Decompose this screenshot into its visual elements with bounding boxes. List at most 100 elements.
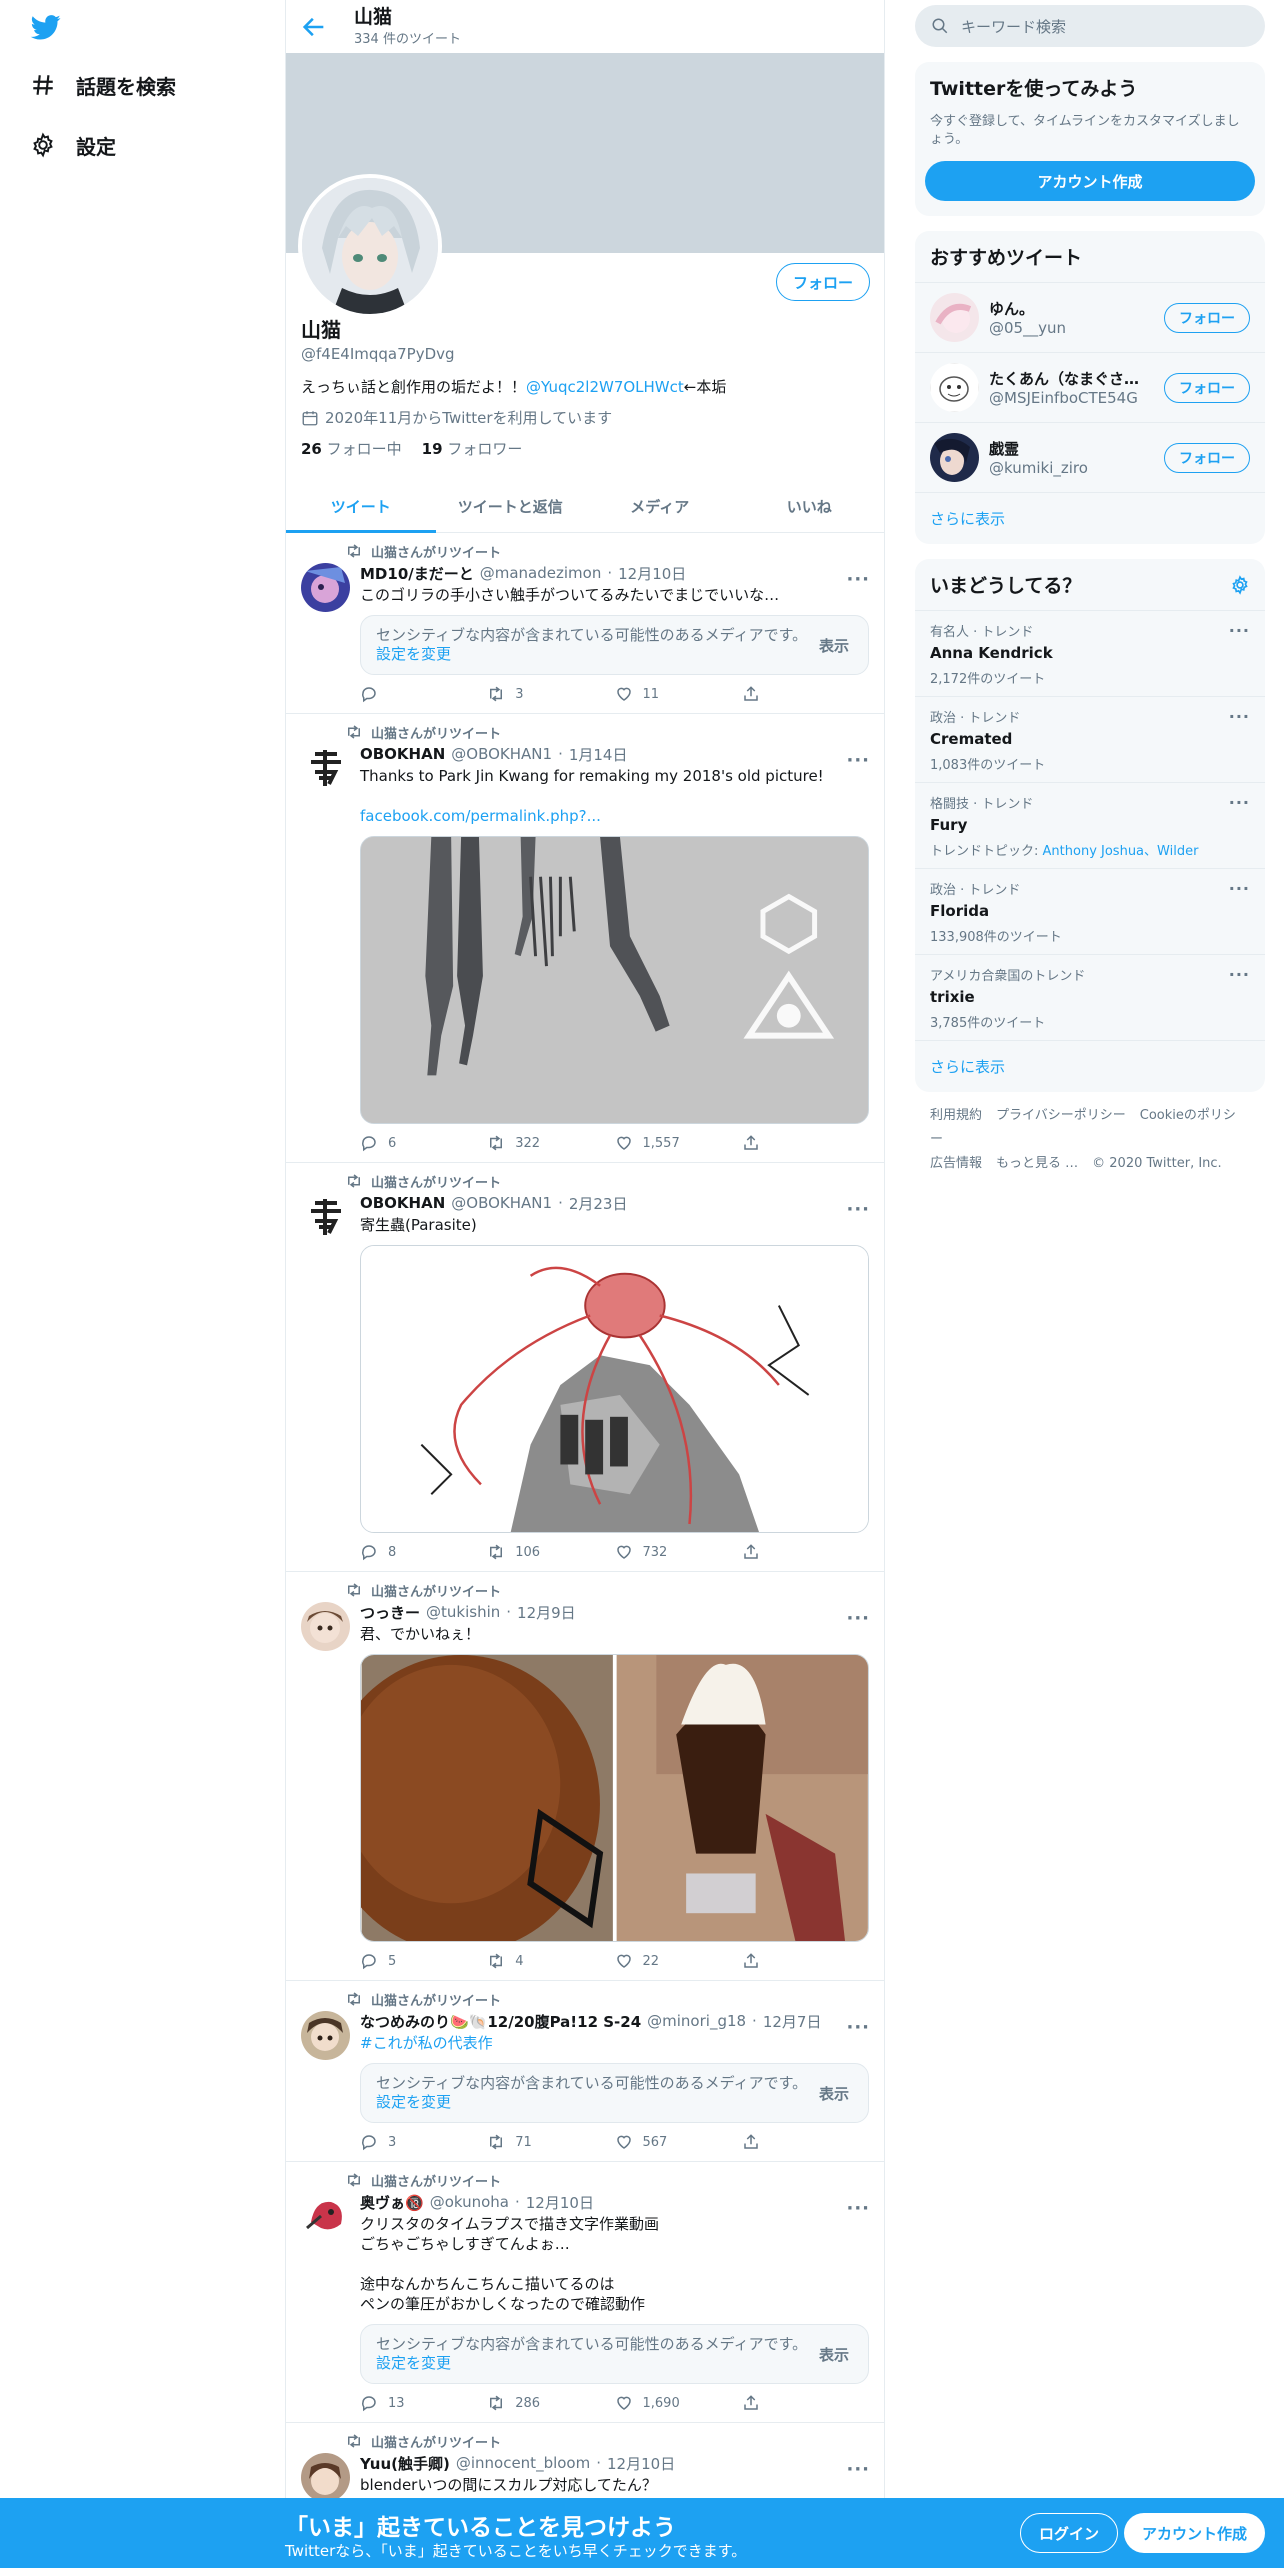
tweet-author-name[interactable]: Yuu(触手卿) bbox=[360, 2453, 450, 2474]
avatar[interactable] bbox=[301, 563, 350, 612]
trend-item[interactable]: 有名人 · トレンド Anna Kendrick 2,172件のツイート ··· bbox=[915, 610, 1265, 696]
tweet-author-name[interactable]: OBOKHAN bbox=[360, 745, 445, 763]
sensitive-show-button[interactable]: 表示 bbox=[815, 2083, 853, 2104]
more-icon[interactable]: ··· bbox=[1229, 965, 1250, 984]
tweet-hashtag[interactable]: #これが私の代表作 bbox=[360, 2033, 869, 2053]
avatar[interactable] bbox=[930, 293, 979, 342]
sensitive-show-button[interactable]: 表示 bbox=[815, 2344, 853, 2365]
footer-terms-link[interactable]: 利用規約 bbox=[930, 1108, 982, 1123]
reply-button[interactable]: 13 bbox=[360, 2394, 487, 2412]
retweet-button[interactable]: 3 bbox=[487, 685, 614, 703]
tab-tweets[interactable]: ツイート bbox=[286, 481, 436, 533]
like-button[interactable]: 567 bbox=[615, 2133, 742, 2151]
tweet[interactable]: 山猫さんがリツイート ··· MD10/まだーと @manadezimon · 12月… bbox=[286, 533, 884, 714]
more-icon[interactable]: ··· bbox=[846, 2198, 870, 2219]
more-icon[interactable]: ··· bbox=[1229, 707, 1250, 726]
more-icon[interactable]: ··· bbox=[846, 750, 870, 771]
nav-explore[interactable]: 話題を検索 bbox=[30, 65, 176, 105]
retweet-button[interactable]: 106 bbox=[487, 1543, 614, 1561]
tweet-date[interactable]: 1月14日 bbox=[569, 744, 628, 765]
trend-item[interactable]: 政治 · トレンド Cremated 1,083件のツイート ··· bbox=[915, 696, 1265, 782]
reply-button[interactable]: 6 bbox=[360, 1134, 487, 1152]
tweet-date[interactable]: 12月9日 bbox=[517, 1602, 576, 1623]
retweet-button[interactable]: 286 bbox=[487, 2394, 614, 2412]
tweet-date[interactable]: 12月10日 bbox=[618, 563, 686, 584]
tab-media[interactable]: メディア bbox=[585, 481, 735, 532]
more-icon[interactable]: ··· bbox=[846, 2459, 870, 2480]
avatar[interactable] bbox=[301, 1602, 350, 1651]
share-button[interactable] bbox=[742, 685, 869, 703]
profile-avatar[interactable] bbox=[298, 174, 442, 318]
trend-item[interactable]: アメリカ合衆国のトレンド trixie 3,785件のツイート ··· bbox=[915, 954, 1265, 1040]
followers-link[interactable]: 19 フォロワー bbox=[422, 438, 523, 459]
tweet-date[interactable]: 12月7日 bbox=[763, 2011, 822, 2032]
sensitive-settings-link[interactable]: 設定を変更 bbox=[376, 645, 451, 663]
tweet[interactable]: 山猫さんがリツイート ··· つっきー @tukishin · 12月9日 君、でかい… bbox=[286, 1572, 884, 1981]
search-box[interactable]: キーワード検索 bbox=[915, 5, 1265, 47]
more-icon[interactable]: ··· bbox=[1229, 621, 1250, 640]
user-row[interactable]: ゆん。 @05__yun フォロー bbox=[915, 282, 1265, 352]
twitter-logo-icon[interactable] bbox=[30, 12, 62, 42]
tweet-date[interactable]: 12月10日 bbox=[526, 2192, 594, 2213]
trend-item[interactable]: 格闘技 · トレンド Fury トレンドトピック: Anthony Joshua… bbox=[915, 782, 1265, 868]
avatar[interactable] bbox=[301, 2011, 350, 2060]
avatar[interactable] bbox=[930, 363, 979, 412]
like-button[interactable]: 732 bbox=[615, 1543, 742, 1561]
user-name[interactable]: たくあん（なまぐさ… bbox=[989, 368, 1154, 389]
tweet-media-image[interactable] bbox=[360, 836, 869, 1124]
more-icon[interactable]: ··· bbox=[846, 569, 870, 590]
share-button[interactable] bbox=[742, 1952, 869, 1970]
photo-image[interactable] bbox=[361, 1655, 614, 1941]
footer-ads-link[interactable]: 広告情報 bbox=[930, 1156, 982, 1171]
reply-button[interactable] bbox=[360, 685, 487, 703]
tweet[interactable]: 山猫さんがリツイート ··· OBOKHAN @OBOKHAN1 · 1月14日 Th… bbox=[286, 714, 884, 1163]
nav-settings[interactable]: 設定 bbox=[30, 125, 116, 165]
following-link[interactable]: 26 フォロー中 bbox=[301, 438, 402, 459]
follow-button[interactable]: フォロー bbox=[1164, 302, 1250, 333]
footer-privacy-link[interactable]: プライバシーポリシー bbox=[996, 1108, 1126, 1123]
login-button[interactable]: ログイン bbox=[1020, 2513, 1119, 2553]
tweet[interactable]: 山猫さんがリツイート ··· OBOKHAN @OBOKHAN1 · 2月23日 寄生… bbox=[286, 1163, 884, 1572]
avatar[interactable] bbox=[930, 433, 979, 482]
retweet-button[interactable]: 71 bbox=[487, 2133, 614, 2151]
more-icon[interactable]: ··· bbox=[1229, 793, 1250, 812]
user-row[interactable]: 戯霊 @kumiki_ziro フォロー bbox=[915, 422, 1265, 492]
tweet-media-gallery[interactable] bbox=[360, 1654, 869, 1942]
avatar[interactable] bbox=[301, 2192, 350, 2241]
user-name[interactable]: ゆん。 bbox=[989, 298, 1154, 319]
search-input-placeholder[interactable]: キーワード検索 bbox=[961, 16, 1066, 37]
avatar[interactable] bbox=[301, 1193, 350, 1242]
tweet-author-name[interactable]: つっきー bbox=[360, 1602, 420, 1623]
tweet-author-name[interactable]: OBOKHAN bbox=[360, 1194, 445, 1212]
gear-icon[interactable] bbox=[1230, 574, 1250, 595]
bio-mention-link[interactable]: @Yuqc2l2W7OLHWct bbox=[526, 378, 684, 396]
share-button[interactable] bbox=[742, 2133, 869, 2151]
like-button[interactable]: 22 bbox=[615, 1952, 742, 1970]
tweet[interactable]: 山猫さんがリツイート ··· Yuu(触手卿) @innocent_bloom · 1… bbox=[286, 2423, 884, 2502]
avatar[interactable] bbox=[301, 744, 350, 793]
like-button[interactable]: 11 bbox=[615, 685, 742, 703]
share-button[interactable] bbox=[742, 1543, 869, 1561]
user-row[interactable]: たくあん（なまぐさ… @MSJEinfboCTE54G フォロー bbox=[915, 352, 1265, 422]
tab-likes[interactable]: いいね bbox=[735, 481, 885, 532]
follow-button[interactable]: フォロー bbox=[1164, 442, 1250, 473]
reply-button[interactable]: 8 bbox=[360, 1543, 487, 1561]
like-button[interactable]: 1,690 bbox=[615, 2394, 742, 2412]
tweet-date[interactable]: 2月23日 bbox=[569, 1193, 628, 1214]
retweet-button[interactable]: 4 bbox=[487, 1952, 614, 1970]
tab-tweets-and-replies[interactable]: ツイートと返信 bbox=[436, 481, 586, 532]
more-icon[interactable]: ··· bbox=[846, 1608, 870, 1629]
share-button[interactable] bbox=[742, 1134, 869, 1152]
footer-more-link[interactable]: もっと見る … bbox=[996, 1156, 1078, 1171]
reply-button[interactable]: 5 bbox=[360, 1952, 487, 1970]
share-button[interactable] bbox=[742, 2394, 869, 2412]
follow-button[interactable]: フォロー bbox=[1164, 372, 1250, 403]
more-icon[interactable]: ··· bbox=[846, 1199, 870, 1220]
more-icon[interactable]: ··· bbox=[846, 2017, 870, 2038]
tweet-author-name[interactable]: MD10/まだーと bbox=[360, 563, 474, 584]
sensitive-settings-link[interactable]: 設定を変更 bbox=[376, 2093, 451, 2111]
trend-item[interactable]: 政治 · トレンド Florida 133,908件のツイート ··· bbox=[915, 868, 1265, 954]
tweet-link[interactable]: facebook.com/permalink.php?... bbox=[360, 806, 869, 826]
recommended-show-more-link[interactable]: さらに表示 bbox=[915, 492, 1265, 544]
back-arrow-icon[interactable] bbox=[300, 13, 328, 41]
